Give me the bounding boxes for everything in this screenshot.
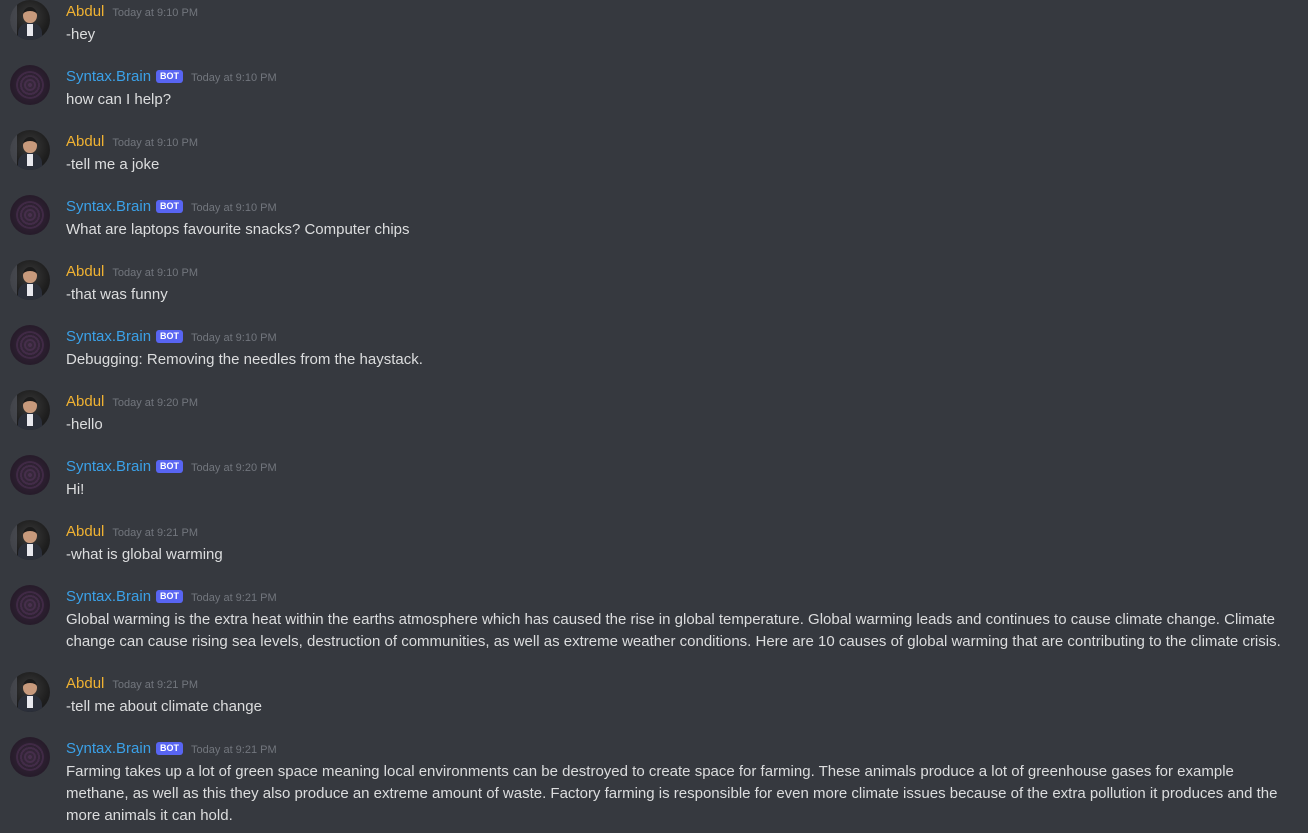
message-timestamp: Today at 9:10 PM [191,202,277,214]
author-name[interactable]: Abdul [66,132,104,152]
author-name[interactable]: Syntax.Brain [66,67,151,87]
author-name[interactable]: Abdul [66,522,104,542]
bot-tag: BOT [156,589,184,603]
message-timestamp: Today at 9:21 PM [191,744,277,756]
message-header: Syntax.Brain BOT Today at 9:10 PM [66,67,277,87]
author-name[interactable]: Syntax.Brain [66,739,151,759]
message-timestamp: Today at 9:21 PM [112,527,198,539]
message-content: -tell me about climate change [66,698,262,715]
message-timestamp: Today at 9:21 PM [112,679,198,691]
bot-tag: BOT [156,199,184,213]
message-timestamp: Today at 9:10 PM [191,332,277,344]
message-content: Debugging: Removing the needles from the… [66,351,423,368]
bot-tag: BOT [156,329,184,343]
message-timestamp: Today at 9:20 PM [191,462,277,474]
bot-avatar[interactable] [10,195,50,235]
message-header: Syntax.Brain BOT Today at 9:20 PM [66,457,277,477]
author-name[interactable]: Syntax.Brain [66,327,151,347]
user-avatar[interactable] [10,0,50,40]
bot-tag: BOT [156,741,184,755]
message-header: Abdul Today at 9:21 PM [66,522,198,542]
message-content: Global warming is the extra heat within … [66,611,1281,650]
user-avatar[interactable] [10,520,50,560]
message-content: -what is global warming [66,546,223,563]
bot-avatar[interactable] [10,455,50,495]
author-name[interactable]: Abdul [66,2,104,22]
message-header: Syntax.Brain BOT Today at 9:21 PM [66,739,277,759]
message-header: Syntax.Brain BOT Today at 9:10 PM [66,197,277,217]
message-header: Syntax.Brain BOT Today at 9:21 PM [66,587,277,607]
message-timestamp: Today at 9:10 PM [191,72,277,84]
message-content: -hello [66,416,103,433]
message-header: Abdul Today at 9:21 PM [66,674,198,694]
message-content: What are laptops favourite snacks? Compu… [66,221,410,238]
author-name[interactable]: Abdul [66,392,104,412]
message-content: -hey [66,26,96,43]
message-timestamp: Today at 9:21 PM [191,592,277,604]
message-header: Abdul Today at 9:10 PM [66,2,198,22]
message-timestamp: Today at 9:20 PM [112,397,198,409]
message-content: how can I help? [66,91,172,108]
user-avatar[interactable] [10,390,50,430]
message-content: -tell me a joke [66,156,160,173]
message-header: Abdul Today at 9:10 PM [66,132,198,152]
message-header: Syntax.Brain BOT Today at 9:10 PM [66,327,277,347]
message-timestamp: Today at 9:10 PM [112,267,198,279]
message-timestamp: Today at 9:10 PM [112,7,198,19]
bot-avatar[interactable] [10,585,50,625]
user-avatar[interactable] [10,260,50,300]
author-name[interactable]: Abdul [66,674,104,694]
user-avatar[interactable] [10,672,50,712]
message-content: Farming takes up a lot of green space me… [66,763,1278,824]
chat-message-list[interactable]: Abdul Today at 9:10 PM -hey Syntax.Brain BOT… [0,0,1308,833]
author-name[interactable]: Syntax.Brain [66,457,151,477]
message-timestamp: Today at 9:10 PM [112,137,198,149]
bot-tag: BOT [156,69,184,83]
message-content: Hi! [66,481,85,498]
author-name[interactable]: Syntax.Brain [66,197,151,217]
message-header: Abdul Today at 9:10 PM [66,262,198,282]
user-avatar[interactable] [10,130,50,170]
bot-tag: BOT [156,459,184,473]
bot-avatar[interactable] [10,65,50,105]
message-content: -that was funny [66,286,168,303]
bot-avatar[interactable] [10,325,50,365]
author-name[interactable]: Syntax.Brain [66,587,151,607]
bot-avatar[interactable] [10,737,50,777]
author-name[interactable]: Abdul [66,262,104,282]
message-header: Abdul Today at 9:20 PM [66,392,198,412]
